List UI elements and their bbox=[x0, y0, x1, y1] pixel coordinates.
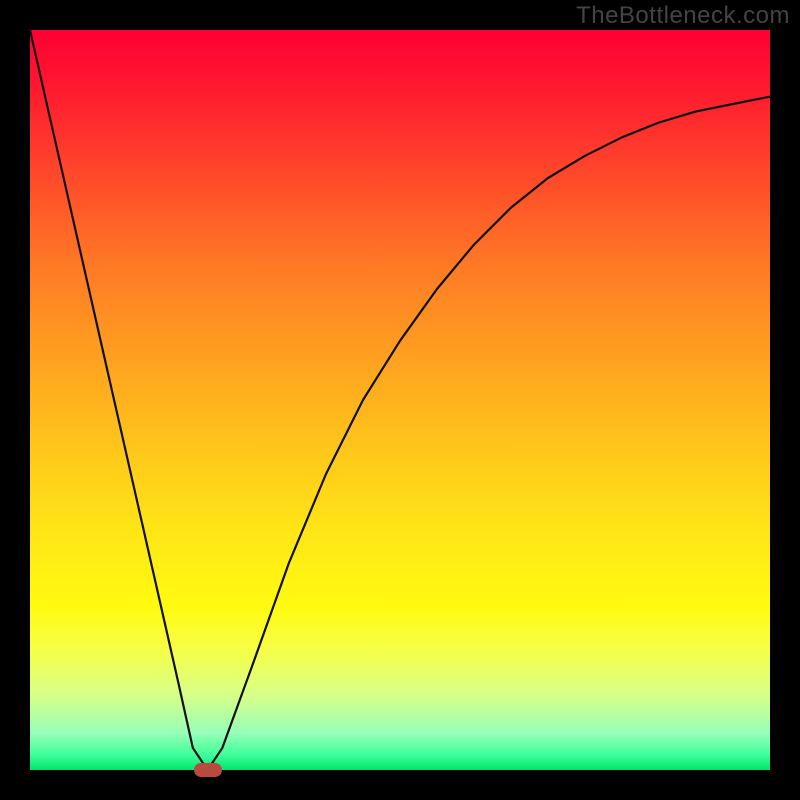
notch-marker bbox=[194, 763, 222, 777]
plot-area bbox=[30, 30, 770, 770]
chart-frame: TheBottleneck.com bbox=[0, 0, 800, 800]
curve-svg bbox=[30, 30, 770, 770]
bottleneck-curve-path bbox=[30, 30, 770, 770]
watermark-text: TheBottleneck.com bbox=[576, 2, 790, 30]
